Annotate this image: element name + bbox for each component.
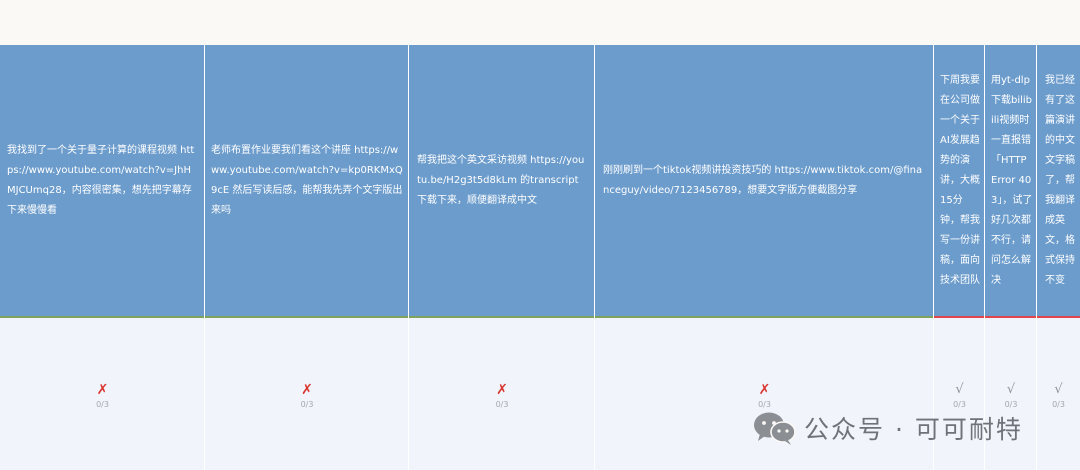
prompt-text: 我已经有了这篇演讲的中文文字稿了，帮我翻译成英文，格式保持不变 bbox=[1045, 75, 1075, 286]
top-band bbox=[0, 0, 1080, 45]
result-cell-7: √ 0/3 bbox=[1037, 318, 1080, 470]
column-divider bbox=[984, 45, 985, 470]
header-row: 我找到了一个关于量子计算的课程视频 https://www.youtube.co… bbox=[0, 45, 1080, 317]
prompt-text: 刚刚刷到一个tiktok视频讲投资技巧的 https://www.tiktok.… bbox=[603, 165, 923, 196]
column-divider bbox=[204, 45, 205, 470]
prompt-text: 下周我要在公司做一个关于AI发展趋势的演讲，大概15分钟，帮我写一份讲稿，面向技… bbox=[940, 75, 980, 286]
wechat-icon bbox=[754, 412, 796, 445]
pass-mark: √ bbox=[1054, 382, 1063, 397]
fail-mark: ✗ bbox=[301, 382, 313, 398]
column-divider bbox=[1036, 45, 1037, 470]
result-cell-1: ✗ 0/3 bbox=[0, 318, 205, 470]
result-cell-2: ✗ 0/3 bbox=[205, 318, 409, 470]
prompt-cell-5: 下周我要在公司做一个关于AI发展趋势的演讲，大概15分钟，帮我写一份讲稿，面向技… bbox=[934, 45, 985, 317]
prompt-cell-3: 帮我把这个英文采访视频 https://youtu.be/H2g3t5d8kLm… bbox=[409, 45, 595, 317]
fail-mark: ✗ bbox=[496, 382, 508, 398]
prompt-cell-4: 刚刚刷到一个tiktok视频讲投资技巧的 https://www.tiktok.… bbox=[595, 45, 934, 317]
prompt-text: 帮我把这个英文采访视频 https://youtu.be/H2g3t5d8kLm… bbox=[417, 155, 585, 206]
fail-mark: ✗ bbox=[96, 382, 109, 398]
prompt-cell-1: 我找到了一个关于量子计算的课程视频 https://www.youtube.co… bbox=[0, 45, 205, 317]
prompt-text: 我找到了一个关于量子计算的课程视频 https://www.youtube.co… bbox=[7, 145, 195, 216]
prompt-cell-6: 用yt-dlp下载bilibili视频时一直报错「HTTP Error 403」… bbox=[985, 45, 1037, 317]
prompt-text: 老师布置作业要我们看这个讲座 https://www.youtube.com/w… bbox=[211, 145, 403, 216]
column-divider bbox=[594, 45, 595, 470]
score-label: 0/3 bbox=[300, 400, 314, 409]
prompt-text: 用yt-dlp下载bilibili视频时一直报错「HTTP Error 403」… bbox=[991, 75, 1033, 286]
score-label: 0/3 bbox=[1052, 400, 1065, 409]
column-divider bbox=[933, 45, 934, 470]
prompt-cell-2: 老师布置作业要我们看这个讲座 https://www.youtube.com/w… bbox=[205, 45, 409, 317]
score-label: 0/3 bbox=[96, 400, 109, 409]
result-cell-3: ✗ 0/3 bbox=[409, 318, 595, 470]
fail-mark: ✗ bbox=[758, 382, 771, 398]
watermark-text: 公众号 · 可可耐特 bbox=[804, 415, 1023, 444]
column-divider bbox=[408, 45, 409, 470]
pass-mark: √ bbox=[955, 382, 964, 397]
watermark: 公众号 · 可可耐特 bbox=[752, 408, 1023, 448]
prompt-cell-7: 我已经有了这篇演讲的中文文字稿了，帮我翻译成英文，格式保持不变 bbox=[1037, 45, 1080, 317]
pass-mark: √ bbox=[1006, 382, 1016, 397]
score-label: 0/3 bbox=[495, 400, 509, 409]
